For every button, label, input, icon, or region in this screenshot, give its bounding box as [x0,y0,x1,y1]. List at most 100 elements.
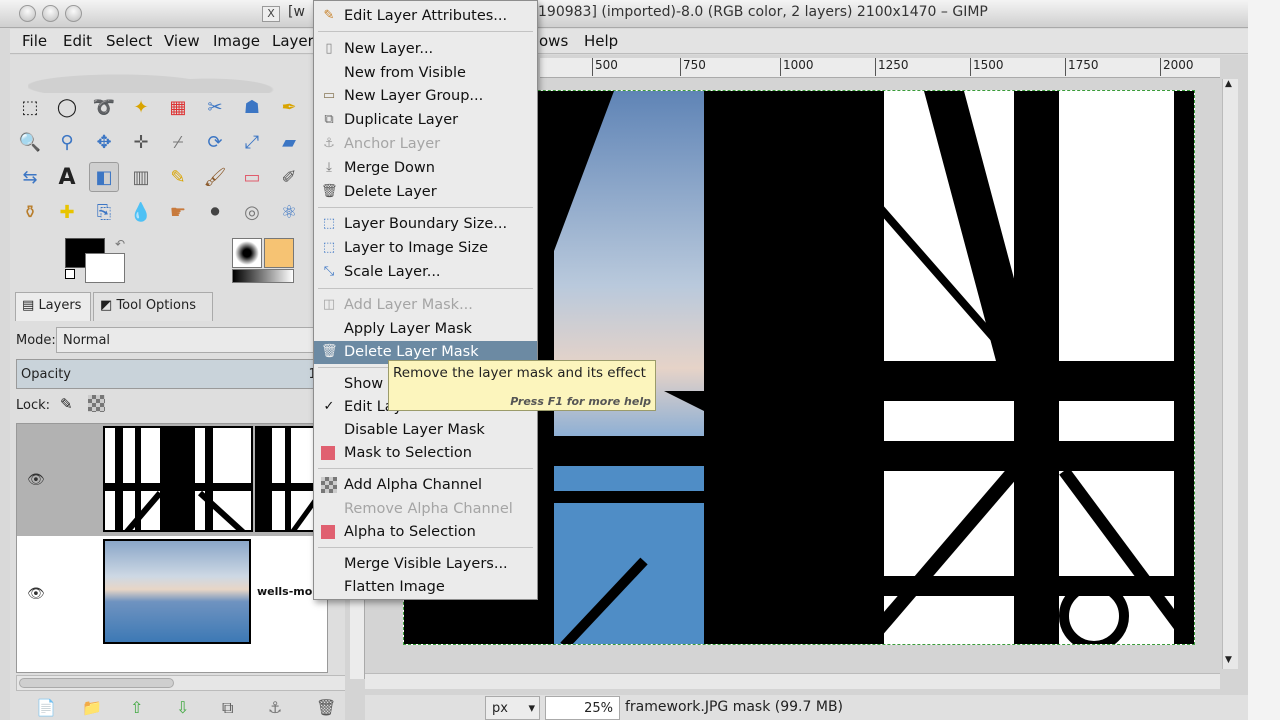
lock-pixels-icon[interactable]: ✎ [60,395,73,413]
menu-item-mask-to-selection[interactable]: Mask to Selection [314,442,537,465]
menu-file[interactable]: File [22,32,47,50]
menu-item-flatten-image[interactable]: Flatten Image [314,576,537,599]
select-by-color-icon[interactable]: ▦ [163,92,193,122]
tab-tool-options[interactable]: ◩ Tool Options [93,292,213,321]
menu-item-duplicate-layer[interactable]: ⧉ Duplicate Layer [314,109,537,132]
measure-icon[interactable]: ⚲ [52,127,82,157]
layer-name[interactable]: wells-mo [257,585,312,598]
rect-select-icon[interactable]: ⬚ [15,92,45,122]
menu-item-layer-boundary-size[interactable]: ⬚ Layer Boundary Size... [314,213,537,236]
brush-preview[interactable] [232,238,262,268]
swap-colors-icon[interactable]: ↶ [115,237,125,251]
menu-item-delete-layer[interactable]: 🗑 Delete Layer [314,181,537,204]
dock-tabs: ▤ Layers ◩ Tool Options [15,292,345,322]
scroll-up-arrow[interactable]: ▲ [1225,79,1232,89]
clone-icon[interactable]: ⎘ [89,197,119,227]
menu-item-edit-layer-attributes[interactable]: ✎ Edit Layer Attributes... [314,5,537,28]
menu-item-alpha-to-selection[interactable]: Alpha to Selection [314,521,537,544]
menu-item-scale-layer[interactable]: ⤡ Scale Layer... [314,261,537,284]
new-layer-icon[interactable]: 📄 [36,698,56,717]
scale-tool-icon[interactable]: ⤢ [237,127,267,157]
canvas-vertical-scrollbar[interactable]: ▲ ▼ [1222,79,1238,669]
eraser-icon[interactable]: ▭ [237,162,267,192]
blend-icon[interactable]: ▥ [126,162,156,192]
free-select-icon[interactable]: ➰ [89,92,119,122]
layer-row[interactable]: 👁 wells-mo [17,536,327,651]
canvas-horizontal-scrollbar[interactable] [365,673,1220,689]
color-picker-icon[interactable]: ⚛ [274,197,304,227]
layer-row[interactable]: 👁 [17,424,327,536]
zoom-tool-icon[interactable]: 🔍 [15,127,45,157]
foreground-select-icon[interactable]: ☗ [237,92,267,122]
dodge-burn-icon[interactable]: ⚫ [200,197,230,227]
layers-scrollbar[interactable] [16,675,346,691]
lower-layer-icon[interactable]: ⇩ [176,698,189,717]
menu-windows[interactable]: ows [539,32,568,50]
text-tool-icon[interactable]: A [52,162,82,192]
menu-image[interactable]: Image [213,32,260,50]
toolbox: ⬚ ◯ ➰ ✦ ▦ ✂ ☗ ✒ 🔍 ⚲ ✥ ✛ ⌿ ⟳ ⤢ ▰ ⇆ A ◧ ▥ … [10,55,346,720]
desktop-edge [1248,0,1280,720]
menu-item-merge-down[interactable]: ⤓ Merge Down [314,157,537,180]
cage-icon[interactable]: ◎ [237,197,267,227]
menu-help[interactable]: Help [584,32,618,50]
gradient-preview[interactable] [232,269,294,283]
scroll-thumb[interactable] [19,678,174,688]
crop-icon[interactable]: ⌿ [163,127,193,157]
anchor-layer-icon[interactable]: ⚓ [268,698,282,717]
close-window-button[interactable] [19,5,36,22]
scissors-icon[interactable]: ✂ [200,92,230,122]
menu-layer[interactable]: Layer [272,32,314,50]
menu-item-add-alpha-channel[interactable]: Add Alpha Channel [314,474,537,497]
menu-item-remove-alpha-channel[interactable]: Remove Alpha Channel [314,498,537,521]
menu-item-add-layer-mask[interactable]: ◫ Add Layer Mask... [314,294,537,317]
move-icon[interactable]: ✥ [89,127,119,157]
raise-layer-icon[interactable]: ⇧ [130,698,143,717]
paths-icon[interactable]: ✒ [274,92,304,122]
flip-icon[interactable]: ⇆ [15,162,45,192]
unit-select[interactable]: px ▾ [485,696,540,720]
eye-icon[interactable]: 👁 [27,472,45,488]
blur-icon[interactable]: 💧 [126,197,156,227]
zoom-select[interactable]: 25% [545,696,620,720]
menu-item-new-layer-group[interactable]: ▭ New Layer Group... [314,85,537,108]
bucket-fill-icon[interactable]: ◧ [89,162,119,192]
tab-layers[interactable]: ▤ Layers [15,292,91,321]
menu-item-apply-layer-mask[interactable]: Apply Layer Mask [314,318,537,341]
ellipse-select-icon[interactable]: ◯ [52,92,82,122]
airbrush-icon[interactable]: ✐ [274,162,304,192]
menu-item-new-layer[interactable]: ▯ New Layer... [314,38,537,61]
pattern-preview[interactable] [264,238,294,268]
rotate-icon[interactable]: ⟳ [200,127,230,157]
ruler-tick: 1250 [875,58,909,76]
selection-icon [321,525,335,539]
heal-icon[interactable]: ✚ [52,197,82,227]
mode-select[interactable]: Normal [56,327,326,353]
smudge-icon[interactable]: ☛ [163,197,193,227]
minimize-window-button[interactable] [42,5,59,22]
menu-view[interactable]: View [164,32,200,50]
menu-item-disable-layer-mask[interactable]: Disable Layer Mask [314,419,537,442]
menu-edit[interactable]: Edit [63,32,92,50]
duplicate-layer-icon[interactable]: ⧉ [222,698,233,718]
reset-colors-icon[interactable] [65,269,75,279]
menu-item-merge-visible-layers[interactable]: Merge Visible Layers... [314,553,537,576]
opacity-slider[interactable]: Opacity 10 [16,359,328,389]
eye-icon[interactable]: 👁 [27,586,45,602]
menu-item-anchor-layer[interactable]: ⚓ Anchor Layer [314,133,537,156]
background-color-swatch[interactable] [85,253,125,283]
delete-layer-icon[interactable]: 🗑 [316,698,336,717]
fuzzy-select-icon[interactable]: ✦ [126,92,156,122]
zoom-window-button[interactable] [65,5,82,22]
paintbrush-icon[interactable]: 🖌 [200,162,230,192]
menu-item-new-from-visible[interactable]: New from Visible [314,62,537,85]
new-group-icon[interactable]: 📁 [82,698,102,717]
menu-select[interactable]: Select [106,32,152,50]
ink-icon[interactable]: ⚱ [15,197,45,227]
scroll-down-arrow[interactable]: ▼ [1225,655,1232,665]
shear-icon[interactable]: ▰ [274,127,304,157]
menu-item-layer-to-image-size[interactable]: ⬚ Layer to Image Size [314,237,537,260]
pencil-icon[interactable]: ✎ [163,162,193,192]
align-icon[interactable]: ✛ [126,127,156,157]
lock-alpha-icon[interactable] [88,395,105,412]
